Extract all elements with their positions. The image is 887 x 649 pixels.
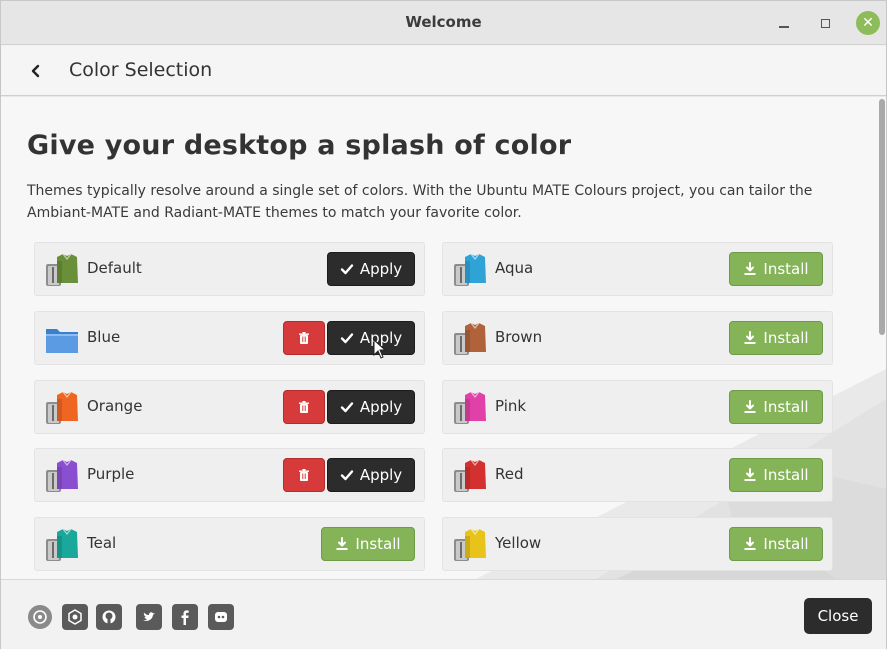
apply-label: Apply	[359, 466, 403, 484]
shirt-icon	[46, 391, 78, 424]
theme-name: Yellow	[495, 534, 542, 552]
shirt-icon	[46, 459, 78, 492]
apply-button[interactable]: Apply	[327, 458, 415, 492]
install-button[interactable]: Install	[729, 458, 823, 492]
mouse-cursor-icon	[373, 339, 387, 359]
install-label: Install	[763, 329, 809, 347]
apply-button[interactable]: Apply	[327, 390, 415, 424]
theme-row-red: Red Install	[442, 448, 833, 502]
install-button[interactable]: Install	[729, 252, 823, 286]
apply-label: Apply	[359, 398, 403, 416]
shirt-icon	[454, 459, 486, 492]
window-close-button[interactable]: ✕	[856, 11, 880, 35]
download-icon	[744, 537, 756, 550]
theme-row-blue: Blue Apply	[34, 311, 425, 365]
scrollbar-thumb[interactable]	[879, 99, 885, 335]
remove-button[interactable]	[283, 458, 325, 492]
shirt-icon	[46, 253, 78, 286]
theme-name: Orange	[87, 397, 143, 415]
twitter-icon	[143, 612, 155, 621]
theme-name: Purple	[87, 465, 135, 483]
check-icon	[340, 264, 354, 275]
theme-name: Blue	[87, 328, 121, 346]
theme-row-pink: Pink Install	[442, 380, 833, 434]
github-link[interactable]	[96, 604, 122, 630]
launchpad-icon	[68, 609, 82, 625]
check-icon	[340, 470, 354, 481]
apply-label: Apply	[359, 260, 403, 278]
install-button[interactable]: Install	[321, 527, 415, 561]
remove-button[interactable]	[283, 321, 325, 355]
facebook-link[interactable]	[172, 604, 198, 630]
install-label: Install	[763, 260, 809, 278]
folder-icon	[46, 329, 78, 353]
download-icon	[744, 331, 756, 344]
close-button[interactable]: Close	[804, 598, 872, 634]
ubuntu-mate-icon	[33, 610, 47, 624]
trash-icon	[299, 401, 309, 413]
theme-row-purple: Purple Apply	[34, 448, 425, 502]
twitter-link[interactable]	[136, 604, 162, 630]
download-icon	[744, 262, 756, 275]
facebook-icon	[181, 610, 189, 625]
install-button[interactable]: Install	[729, 390, 823, 424]
back-button[interactable]	[23, 58, 49, 84]
discord-link[interactable]	[208, 604, 234, 630]
trash-icon	[299, 332, 309, 344]
discord-icon	[215, 612, 227, 622]
theme-name: Brown	[495, 328, 543, 346]
theme-name: Default	[87, 259, 142, 277]
theme-name: Teal	[87, 534, 117, 552]
github-icon	[102, 610, 116, 624]
install-label: Install	[763, 535, 809, 553]
shirt-icon	[454, 253, 486, 286]
theme-name: Aqua	[495, 259, 534, 277]
maximize-icon	[820, 18, 830, 28]
description: Themes typically resolve around a single…	[27, 183, 813, 221]
shirt-icon	[454, 528, 486, 561]
shirt-icon	[454, 322, 486, 355]
minimize-button[interactable]	[772, 11, 796, 35]
theme-row-aqua: Aqua Install	[442, 242, 833, 296]
content-area: Give your desktop a splash of color Them…	[1, 97, 886, 579]
theme-row-yellow: Yellow Install	[442, 517, 833, 571]
apply-button[interactable]: Apply	[327, 252, 415, 286]
close-icon: ✕	[862, 15, 874, 31]
theme-row-teal: Teal Install	[34, 517, 425, 571]
footer: Close	[1, 579, 886, 649]
theme-name: Pink	[495, 397, 527, 415]
check-icon	[340, 402, 354, 413]
apply-button[interactable]: Apply	[327, 321, 415, 355]
page-title: Color Selection	[69, 59, 213, 81]
headline: Give your desktop a splash of color	[27, 130, 572, 161]
download-icon	[744, 468, 756, 481]
theme-name: Red	[495, 465, 524, 483]
theme-row-orange: Orange Apply	[34, 380, 425, 434]
window-title: Welcome	[405, 13, 482, 31]
scrollbar[interactable]	[876, 97, 886, 579]
theme-row-default: Default Apply	[34, 242, 425, 296]
install-button[interactable]: Install	[729, 321, 823, 355]
ubuntu-mate-link[interactable]	[28, 605, 52, 629]
install-label: Install	[355, 535, 401, 553]
minimize-icon	[779, 26, 789, 28]
chevron-left-icon	[31, 64, 40, 78]
install-label: Install	[763, 398, 809, 416]
title-bar: Welcome ✕	[1, 1, 886, 45]
check-icon	[340, 333, 354, 344]
trash-icon	[299, 469, 309, 481]
install-label: Install	[763, 466, 809, 484]
welcome-window: Welcome ✕ Color Selection Give your desk…	[0, 0, 887, 649]
launchpad-link[interactable]	[62, 604, 88, 630]
shirt-icon	[454, 391, 486, 424]
download-icon	[336, 537, 348, 550]
maximize-button[interactable]	[813, 11, 837, 35]
shirt-icon	[46, 528, 78, 561]
install-button[interactable]: Install	[729, 527, 823, 561]
theme-row-brown: Brown Install	[442, 311, 833, 365]
download-icon	[744, 400, 756, 413]
header-bar: Color Selection	[1, 46, 886, 96]
remove-button[interactable]	[283, 390, 325, 424]
